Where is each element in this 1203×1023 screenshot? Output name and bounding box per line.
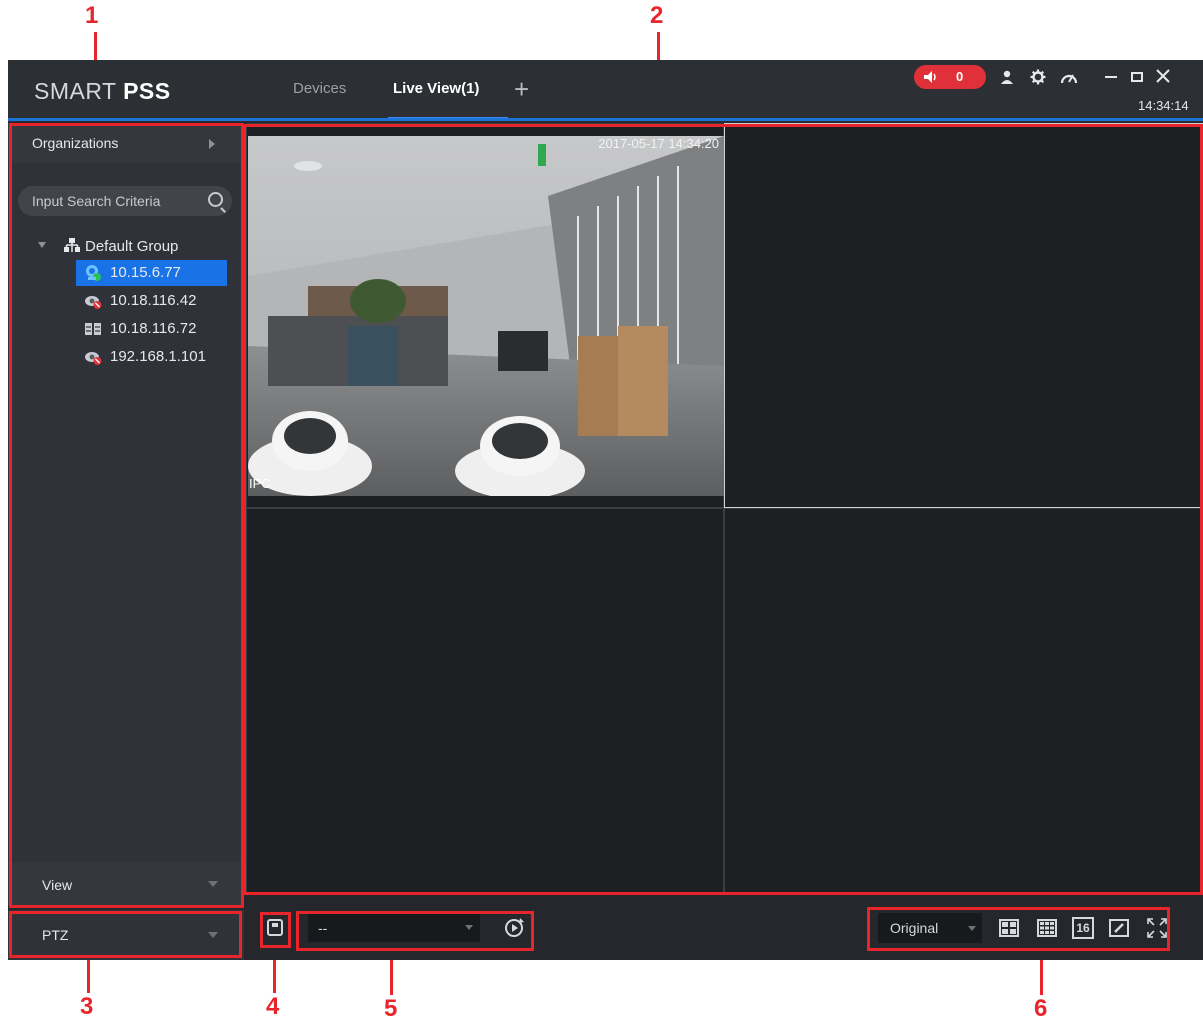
view-section-header[interactable]: View [8, 862, 244, 906]
alarm-button[interactable]: 0 [914, 65, 986, 89]
callout-1: 1 [85, 2, 99, 29]
expand-right-icon[interactable] [209, 139, 215, 149]
tree-device-item[interactable]: 10.15.6.77 [76, 260, 227, 286]
video-channel-label: IPC [249, 476, 271, 491]
search-input[interactable] [32, 192, 192, 210]
tree-group-default[interactable]: Default Group [8, 235, 244, 257]
video-window-2[interactable] [724, 123, 1203, 508]
nvr-icon [85, 323, 101, 335]
group-tree-icon [64, 238, 80, 252]
ptz-label: PTZ [42, 927, 69, 943]
window-fit-value: Original [890, 920, 939, 936]
collapse-caret-icon[interactable] [38, 242, 46, 248]
speaker-icon [924, 71, 936, 83]
callout-4: 4 [266, 993, 280, 1020]
video-timestamp: 2017-05-17 14:34:20 [598, 136, 719, 151]
alarm-count: 0 [956, 69, 964, 84]
callout-5: 5 [384, 995, 398, 1022]
view-select[interactable]: -- [308, 914, 480, 942]
performance-gauge-icon[interactable] [1060, 69, 1078, 85]
layout-4-icon[interactable] [998, 917, 1020, 939]
close-icon[interactable] [1156, 69, 1170, 83]
chevron-down-icon[interactable] [968, 926, 976, 931]
chevron-down-icon[interactable] [465, 925, 473, 930]
callout-2: 2 [650, 2, 664, 29]
video-window-1[interactable]: 2017-05-17 14:34:20 IPC [246, 123, 724, 508]
tree-device-item[interactable]: 10.18.116.42 [76, 288, 227, 314]
tab-devices[interactable]: Devices [293, 80, 346, 97]
organizations-label: Organizations [32, 135, 119, 151]
video-window-3[interactable] [246, 508, 724, 893]
fullscreen-icon[interactable] [1146, 917, 1168, 939]
camera-offline-icon [85, 352, 102, 365]
organizations-header[interactable]: Organizations [8, 123, 244, 163]
view-select-value: -- [318, 920, 328, 936]
device-label: 10.15.6.77 [110, 264, 181, 281]
live-view-toolbar: -- Original 16 [246, 893, 1203, 960]
title-accent-line [8, 118, 1203, 121]
minimize-icon[interactable] [1104, 70, 1118, 84]
user-icon[interactable] [1000, 69, 1014, 85]
settings-icon[interactable] [1030, 69, 1046, 85]
maximize-icon[interactable] [1130, 70, 1144, 84]
app-window: SMART PSS Devices Live View(1) + 0 14:34… [8, 60, 1203, 960]
app-logo: SMART PSS [34, 78, 171, 104]
tab-live-view[interactable]: Live View(1) [393, 80, 479, 97]
save-view-icon[interactable] [267, 919, 283, 936]
chevron-down-icon[interactable] [208, 932, 218, 938]
ptz-section-header[interactable]: PTZ [8, 910, 244, 960]
callout-3: 3 [80, 993, 94, 1020]
callout-3-line [87, 957, 90, 993]
layout-16-icon[interactable]: 16 [1072, 917, 1094, 939]
search-icon[interactable] [208, 192, 223, 207]
search-box[interactable] [18, 186, 232, 216]
device-label: 10.18.116.42 [110, 292, 197, 309]
cycle-icon[interactable] [502, 916, 526, 940]
camera-live-feed [248, 136, 724, 496]
tree-device-item[interactable]: 10.18.116.72 [76, 316, 227, 342]
device-label: 10.18.116.72 [110, 320, 197, 337]
live-view-grid: 2017-05-17 14:34:20 IPC [246, 123, 1203, 893]
video-window-4[interactable] [724, 508, 1203, 893]
camera-offline-icon [85, 296, 102, 309]
add-tab-icon[interactable]: + [514, 76, 529, 102]
tree-device-item[interactable]: 192.168.1.101 [76, 344, 227, 370]
chevron-down-icon[interactable] [208, 881, 218, 887]
view-label: View [42, 877, 73, 893]
window-fit-select[interactable]: Original [878, 913, 982, 943]
layout-9-icon[interactable] [1036, 917, 1058, 939]
clock: 14:34:14 [1138, 98, 1189, 113]
device-tree-panel: Organizations Default Group [8, 123, 244, 906]
device-label: 192.168.1.101 [110, 348, 206, 365]
custom-layout-icon[interactable] [1108, 917, 1130, 939]
group-label: Default Group [85, 238, 179, 255]
callout-6: 6 [1034, 995, 1048, 1022]
ipc-online-icon [86, 265, 101, 281]
title-bar: SMART PSS Devices Live View(1) + 0 14:34… [8, 60, 1203, 122]
